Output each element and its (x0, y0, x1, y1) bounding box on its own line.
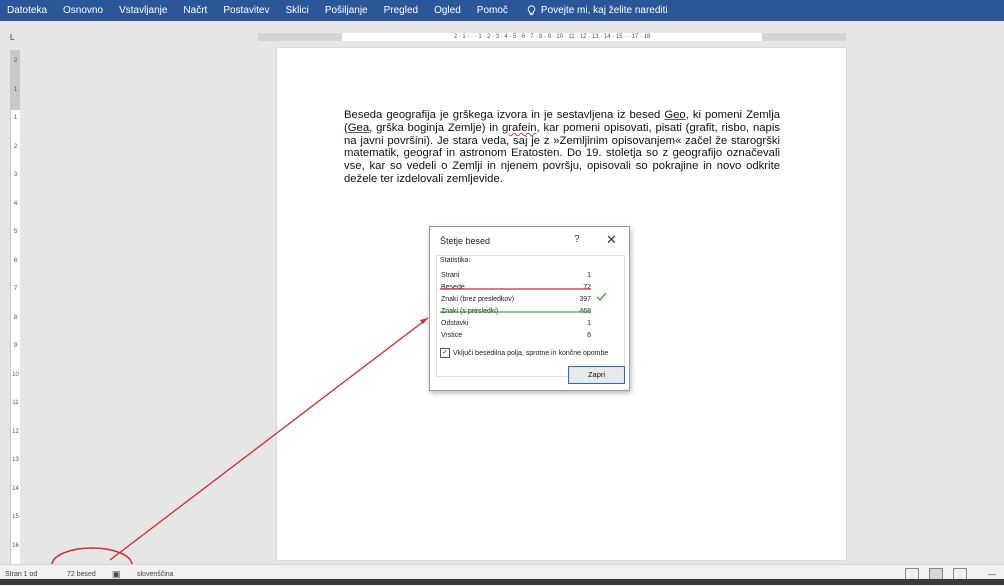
zoom-slider[interactable]: — (988, 570, 996, 579)
tab-view[interactable]: Ogled (426, 5, 469, 16)
tab-references[interactable]: Sklici (277, 5, 316, 16)
text-run-gea: Gea (347, 121, 370, 134)
help-icon[interactable]: ? (574, 234, 580, 245)
vruler-number: 2 (13, 58, 18, 64)
stat-label: Besede (441, 284, 465, 291)
tab-help[interactable]: Pomoč (469, 5, 516, 16)
ribbon-tab-bar: Datoteka Osnovno Vstavljanje Načrt Posta… (0, 0, 1004, 21)
stat-row-pages: Strani 1 (441, 272, 591, 281)
close-icon[interactable]: ✕ (606, 232, 617, 248)
tell-me-text: Povejte mi, kaj želite narediti (540, 5, 668, 16)
status-word-count[interactable]: 72 besed (67, 571, 96, 578)
dialog-title: Štetje besed (440, 236, 491, 246)
stat-value: 397 (579, 296, 591, 303)
vertical-ruler[interactable]: 2 1 1 2 3 4 5 6 7 8 9 10 11 12 13 14 15 16 (10, 50, 20, 570)
status-language[interactable]: slovenščina (137, 571, 174, 578)
vruler-number: 12 (12, 428, 19, 435)
stat-label: Znaki (s presledki) (441, 308, 499, 315)
word-count-dialog: Štetje besed ? ✕ Statistika: Strani 1 Be… (429, 226, 630, 391)
close-button[interactable]: Zapri (568, 366, 625, 384)
stat-value: 6 (587, 332, 591, 339)
tell-me-box[interactable]: Povejte mi, kaj želite narediti (516, 5, 668, 16)
vruler-number: 2 (13, 143, 18, 150)
vruler-number: 13 (12, 457, 19, 463)
stat-row-words: Besede 72 (441, 284, 591, 293)
vruler-number: 9 (13, 343, 18, 349)
statistics-label: Statistika: (440, 257, 471, 264)
tab-layout[interactable]: Postavitev (215, 5, 277, 16)
ruler-numbers: 2 · 1 · · · 1 · 2 · 3 · 4 · 5 · 6 · 7 · … (453, 34, 651, 40)
tab-insert[interactable]: Vstavljanje (111, 5, 175, 16)
stat-value: 1 (587, 272, 591, 279)
tab-design[interactable]: Načrt (175, 5, 215, 16)
vruler-number: 4 (13, 200, 18, 207)
tab-review[interactable]: Pregled (376, 5, 426, 16)
stat-row-chars-no-spaces: Znaki (brez presledkov) 397 (441, 296, 591, 305)
vruler-number: 10 (12, 371, 19, 378)
stat-row-lines: Vrstice 6 (441, 332, 591, 341)
stat-value: 1 (587, 320, 591, 327)
lightbulb-icon (527, 5, 536, 16)
stat-label: Znaki (brez presledkov) (441, 296, 515, 303)
stat-value: 72 (583, 284, 591, 291)
taskbar (0, 579, 1004, 585)
vruler-number: 6 (13, 257, 18, 264)
dialog-titlebar[interactable]: Štetje besed ? ✕ (430, 227, 629, 253)
checkbox[interactable]: ✓ (440, 348, 450, 358)
stat-value: 468 (579, 308, 591, 315)
stat-row-paragraphs: Odstavki 1 (441, 320, 591, 329)
document-paragraph[interactable]: Beseda geografija je grškega izvora in j… (344, 109, 780, 186)
text-run: Beseda geografija je grškega izvora in j… (344, 109, 665, 121)
vruler-number: 7 (13, 286, 18, 292)
text-run-geo: Geo (664, 109, 686, 121)
vruler-number: 1 (13, 86, 18, 93)
stat-label: Vrstice (441, 332, 463, 339)
tab-home[interactable]: Osnovno (55, 5, 111, 16)
checkbox-label: Vključi besedilna polja, sprotne in konč… (453, 349, 609, 357)
tab-mailings[interactable]: Pošiljanje (317, 5, 376, 16)
tab-file[interactable]: Datoteka (0, 5, 55, 16)
horizontal-ruler[interactable]: 2 · 1 · · · 1 · 2 · 3 · 4 · 5 · 6 · 7 · … (258, 33, 846, 41)
vruler-number: 11 (12, 400, 19, 406)
vruler-number: 1 (13, 115, 18, 121)
vruler-number: 14 (12, 485, 19, 492)
text-run-grafein: grafein (501, 121, 537, 134)
include-textboxes-option[interactable]: ✓ Vključi besedilna polja, sprotne in ko… (440, 348, 608, 358)
vruler-number: 16 (12, 542, 19, 549)
vruler-number: 8 (13, 314, 18, 321)
tab-selector[interactable]: L (10, 33, 19, 42)
vruler-number: 5 (13, 229, 18, 235)
vruler-number: 15 (12, 514, 19, 520)
status-page[interactable]: Stran 1 od (5, 571, 37, 578)
text-run: , grška boginja Zemlje) in (369, 121, 502, 134)
vruler-number: 3 (13, 172, 18, 178)
stat-label: Strani (441, 272, 460, 279)
stat-label: Odstavki (441, 320, 469, 327)
stat-row-chars-spaces: Znaki (s presledki) 468 (441, 308, 591, 317)
